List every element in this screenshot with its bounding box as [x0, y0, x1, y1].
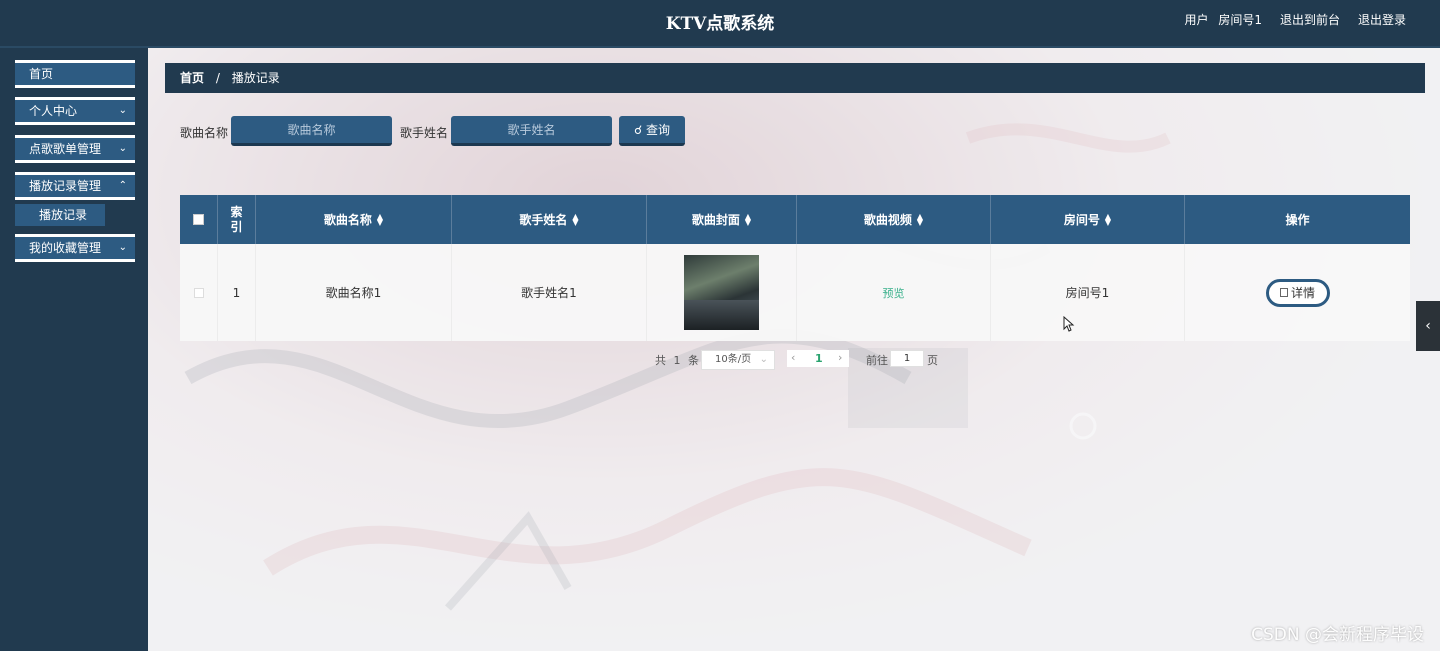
select-all-checkbox[interactable]: [193, 214, 204, 225]
query-button-label: 查询: [645, 123, 670, 137]
cell-action: 详情: [1185, 244, 1410, 341]
sidebar-subitem-label: 播放记录: [39, 208, 88, 222]
singer-name-input[interactable]: [451, 116, 612, 146]
goto-page-input[interactable]: 1: [890, 350, 924, 367]
song-name-label: 歌曲名称: [180, 126, 229, 140]
column-header-room[interactable]: 房间号 ▲ ▼: [991, 195, 1185, 244]
page-size-select[interactable]: 10条/页 ⌄: [701, 350, 775, 370]
search-icon: ☌: [634, 123, 643, 137]
sidebar-item-playlist-management[interactable]: 点歌歌单管理 ⌄: [15, 135, 135, 163]
cell-index: 1: [218, 244, 256, 341]
sidebar-item-favorites-management[interactable]: 我的收藏管理 ⌄: [15, 234, 135, 262]
column-header-singer[interactable]: 歌手姓名 ▲ ▼: [452, 195, 647, 244]
collapse-tab[interactable]: ‹: [1416, 301, 1440, 351]
chevron-down-icon: ⌄: [118, 242, 127, 253]
goto-suffix: 页: [927, 354, 938, 367]
sort-icon[interactable]: ▲ ▼: [745, 212, 751, 226]
page-number[interactable]: 1: [815, 352, 823, 365]
breadcrumb-current: 播放记录: [231, 71, 280, 85]
cell-singer-name: 歌手姓名1: [452, 244, 647, 341]
column-header-cover[interactable]: 歌曲封面 ▲ ▼: [647, 195, 797, 244]
column-header-video[interactable]: 歌曲视频 ▲ ▼: [797, 195, 991, 244]
chevron-down-icon: ⌄: [759, 354, 768, 365]
chevron-down-icon: ⌄: [118, 105, 127, 116]
breadcrumb-home[interactable]: 首页: [180, 71, 204, 85]
song-name-input[interactable]: [231, 116, 392, 146]
breadcrumb-separator: /: [215, 71, 220, 85]
column-header-action: 操作: [1285, 213, 1310, 227]
select-all-checkbox-cell: [180, 195, 218, 244]
row-checkbox-cell: [180, 244, 218, 341]
cell-song-name: 歌曲名称1: [256, 244, 452, 341]
watermark: CSDN @会新程序毕设: [1251, 625, 1424, 645]
exit-to-front-link[interactable]: 退出到前台: [1280, 11, 1340, 28]
sidebar-item-label: 个人中心: [29, 104, 78, 118]
chevron-up-icon: ⌃: [118, 180, 127, 191]
user-info: 用户 房间号1: [1184, 11, 1261, 28]
sort-icon[interactable]: ▲ ▼: [572, 212, 578, 226]
row-checkbox[interactable]: [193, 287, 204, 298]
logout-link[interactable]: 退出登录: [1358, 11, 1406, 28]
top-header: KTV点歌系统 用户 房间号1 退出到前台 退出登录: [0, 0, 1440, 48]
sidebar-item-label: 播放记录管理: [29, 179, 102, 193]
detail-button-label: 详情: [1290, 286, 1315, 300]
column-header-song[interactable]: 歌曲名称 ▲ ▼: [256, 195, 452, 244]
sort-icon[interactable]: ▲ ▼: [917, 212, 923, 226]
sidebar-subitem-play-history[interactable]: 播放记录: [15, 204, 105, 226]
chevron-down-icon: ⌄: [118, 143, 127, 154]
header-user-area: 用户 房间号1 退出到前台 退出登录: [1184, 11, 1406, 28]
song-cover-image: [684, 255, 759, 330]
cell-cover: [647, 244, 797, 341]
sidebar-item-personal-center[interactable]: 个人中心 ⌄: [15, 97, 135, 125]
table-row: 1 歌曲名称1 歌手姓名1 预览 房间号1 详情: [180, 244, 1410, 341]
detail-button[interactable]: 详情: [1265, 278, 1330, 307]
mouse-cursor-icon: [1063, 316, 1075, 332]
cell-video: 预览: [797, 244, 991, 341]
sidebar: 首页 个人中心 ⌄ 点歌歌单管理 ⌄ 播放记录管理 ⌃ 播放记录 我的收藏管理 …: [0, 48, 148, 651]
video-preview-link[interactable]: 预览: [883, 285, 905, 301]
sidebar-item-label: 我的收藏管理: [29, 241, 102, 255]
breadcrumb: 首页 / 播放记录: [165, 63, 1425, 93]
singer-name-label: 歌手姓名: [400, 126, 449, 140]
sort-icon[interactable]: ▲ ▼: [1105, 212, 1111, 226]
document-icon: [1279, 288, 1288, 297]
query-button[interactable]: ☌ 查询: [619, 116, 685, 146]
prev-page-icon[interactable]: ‹: [791, 351, 795, 364]
sort-icon[interactable]: ▲ ▼: [377, 212, 383, 226]
user-label: 用户: [1184, 13, 1209, 27]
pagination-total: 共 1 条: [655, 354, 699, 367]
column-header-index: 索引: [218, 195, 256, 244]
sidebar-item-label: 点歌歌单管理: [29, 142, 102, 156]
table-header: 索引 歌曲名称 ▲ ▼ 歌手姓名 ▲ ▼ 歌曲封面 ▲ ▼ 歌曲视频 ▲ ▼ 房间号 ▲…: [180, 195, 1410, 244]
chevron-left-icon: ‹: [1425, 318, 1431, 334]
sidebar-item-play-history-management[interactable]: 播放记录管理 ⌃: [15, 172, 135, 200]
cell-room: 房间号1: [991, 244, 1185, 341]
next-page-icon[interactable]: ›: [838, 351, 842, 364]
sidebar-item-home[interactable]: 首页: [15, 60, 135, 88]
user-name: 房间号1: [1218, 13, 1262, 27]
sidebar-item-label: 首页: [29, 67, 54, 81]
goto-label: 前往: [866, 354, 888, 367]
